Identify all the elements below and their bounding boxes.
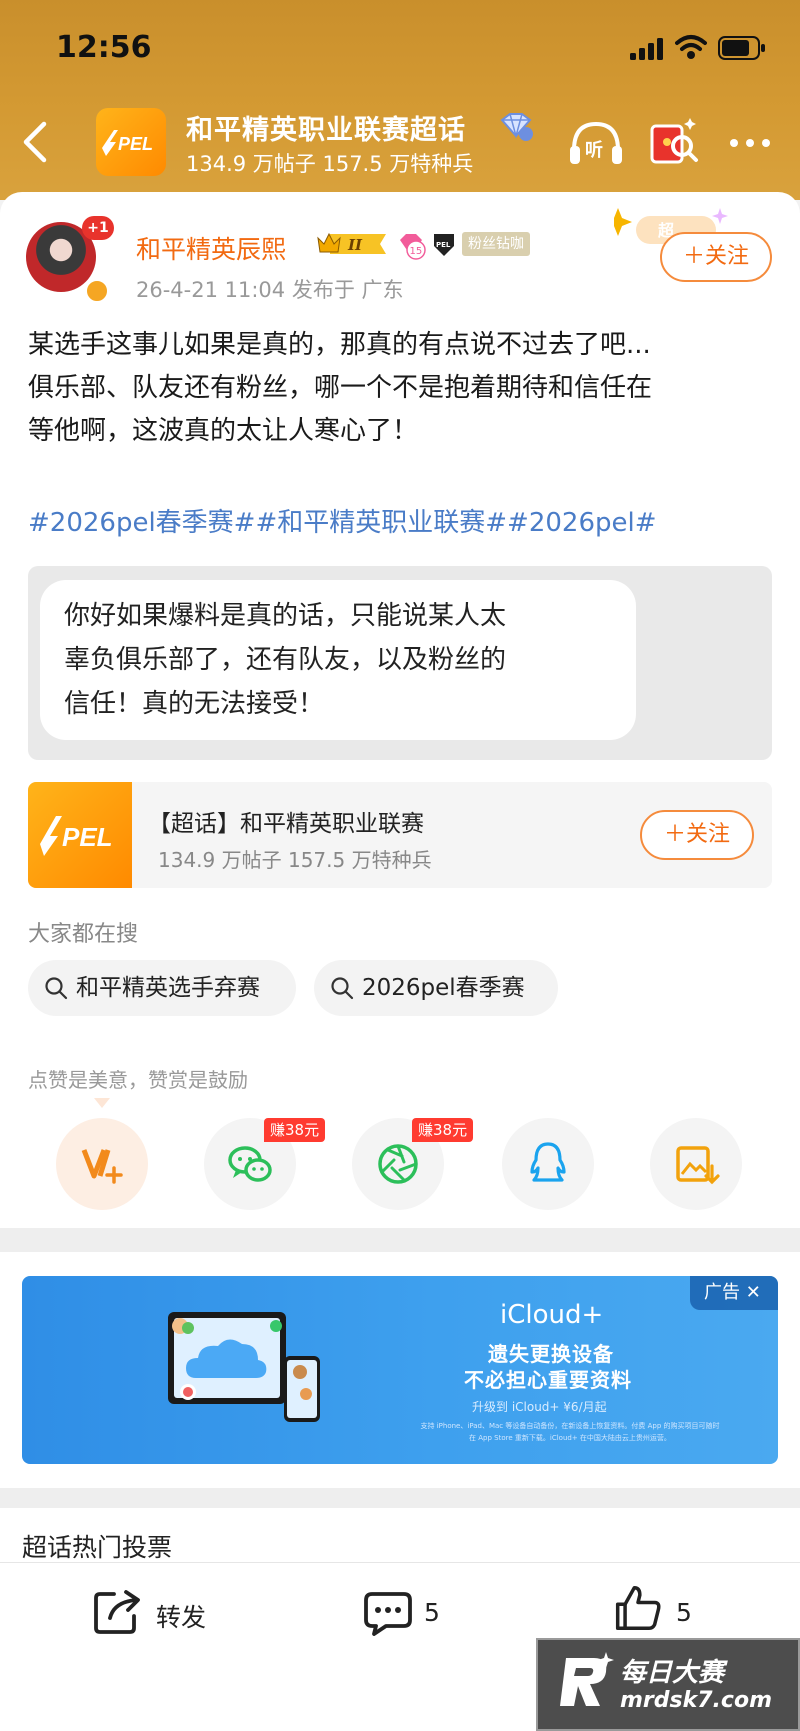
search-chip-label: 和平精英选手弃赛	[76, 975, 260, 1001]
search-chip-1[interactable]: 和平精英选手弃赛	[28, 960, 296, 1016]
pel-logo-icon: PEL	[102, 130, 153, 156]
save-image-button[interactable]	[650, 1118, 742, 1210]
ad-price: 升级到 iCloud+ ¥6/月起	[472, 1400, 607, 1414]
status-bar: 12:56	[0, 0, 800, 96]
red-packet-search-icon[interactable]	[648, 116, 700, 170]
weibo-v-reward-icon	[81, 1149, 123, 1184]
quote-line-1: 你好如果爆料是真的话，只能说某人太	[64, 601, 507, 631]
follow-topic-button[interactable]: ＋关注	[640, 810, 754, 860]
ad-label-close[interactable]: 广告 ✕	[690, 1276, 778, 1310]
topic-logo-text: PEL	[62, 822, 113, 852]
super-topic-title[interactable]: 和平精英职业联赛超话	[186, 108, 466, 147]
trending-search-title: 大家都在搜	[28, 922, 139, 947]
post-body-text: 某选手这事儿如果是真的，那真的有点说不过去了吧... 俱乐部、队友还有粉丝，哪一…	[28, 324, 778, 453]
super-topic-stats: 134.9 万帖子 157.5 万特种兵	[186, 152, 474, 176]
topic-card-logo[interactable]: PEL	[28, 782, 132, 888]
pointer-triangle	[94, 1098, 110, 1108]
post-meta: 26-4-21 11:04 发布于 广东	[136, 278, 404, 302]
listen-audio-icon[interactable]: 听	[568, 118, 624, 170]
fan-title-tag: 粉丝钻咖	[462, 232, 530, 256]
share-qq-button[interactable]	[502, 1118, 594, 1210]
status-time: 12:56	[56, 30, 152, 65]
topic-card-name[interactable]: 【超话】和平精英职业联赛	[148, 804, 424, 838]
earn-reward-tag: 赚38元	[412, 1118, 474, 1142]
super-topic-logo[interactable]: PEL	[96, 108, 166, 176]
crown-level-badge: II	[317, 232, 386, 254]
like-count[interactable]: 5	[676, 1598, 692, 1627]
repost-icon[interactable]	[92, 1588, 144, 1636]
signal-icon	[630, 38, 663, 60]
repost-label[interactable]: 转发	[156, 1598, 206, 1634]
quoted-chat-bubble: 你好如果爆料是真的话，只能说某人太 辜负俱乐部了，还有队友，以及粉丝的 信任！真…	[40, 580, 636, 740]
wifi-icon	[675, 35, 707, 59]
ad-headline-2: 不必担心重要资料	[464, 1368, 632, 1392]
avatar-plus-badge: +1	[82, 216, 114, 240]
header-logo-text: PEL	[118, 134, 153, 154]
battery-icon	[718, 36, 765, 60]
back-arrow-icon[interactable]	[18, 118, 54, 166]
devices-illustration	[168, 1312, 320, 1422]
post-line-1: 某选手这事儿如果是真的，那真的有点说不过去了吧...	[28, 330, 651, 360]
search-icon	[331, 977, 354, 1000]
author-name[interactable]: 和平精英辰熙	[136, 230, 286, 266]
topic-card-stats: 134.9 万帖子 157.5 万特种兵	[158, 848, 432, 872]
wechat-icon	[228, 1146, 272, 1182]
save-image-icon	[676, 1146, 720, 1185]
svg-text:PEL: PEL	[436, 241, 451, 249]
diamond-level-icon	[500, 113, 533, 141]
search-icon	[45, 977, 68, 1000]
ad-brand: iCloud+	[500, 1300, 604, 1330]
search-chip-2[interactable]: 2026pel春季赛	[314, 960, 558, 1016]
more-options-icon[interactable]	[728, 128, 772, 158]
post-line-3: 等他啊，这波真的太让人寒心了！	[28, 416, 419, 446]
post-hashtags[interactable]: #2026pel春季赛##和平精英职业联赛##2026pel#	[28, 502, 657, 539]
verified-badge-icon	[84, 278, 110, 304]
comment-count[interactable]: 5	[424, 1598, 440, 1627]
ad-fine-print: 支持 iPhone、iPad、Mac 等设备自动备份，在新设备上恢复资料。付费 …	[420, 1422, 720, 1442]
follow-author-button[interactable]: ＋关注	[660, 232, 772, 282]
fan-level-badge: 15	[400, 234, 426, 260]
section-divider	[0, 1488, 800, 1508]
fan-level-text: 15	[410, 246, 423, 257]
reward-prompt: 点赞是美意，赞赏是鼓励	[28, 1068, 248, 1092]
watermark-text-en: mrdsk7.com	[620, 1688, 772, 1713]
level-badge-text: II	[347, 236, 363, 254]
earn-reward-tag: 赚38元	[264, 1118, 326, 1142]
ad-headline-1: 遗失更换设备	[488, 1342, 614, 1366]
post-line-2: 俱乐部、队友还有粉丝，哪一个不是抱着期待和信任在	[28, 373, 653, 403]
qq-penguin-icon	[530, 1142, 566, 1182]
watermark-text-cn: 每日大赛	[620, 1658, 725, 1688]
section-divider	[0, 1228, 800, 1252]
svg-text:听: 听	[585, 139, 603, 161]
quote-line-2: 辜负俱乐部了，还有队友，以及粉丝的	[64, 645, 507, 675]
comment-icon[interactable]	[362, 1590, 414, 1638]
watermark-logo	[560, 1652, 614, 1706]
search-chip-label: 2026pel春季赛	[362, 975, 525, 1001]
hot-vote-title[interactable]: 超话热门投票	[22, 1528, 172, 1564]
reward-button[interactable]	[56, 1118, 148, 1210]
like-thumb-icon[interactable]	[612, 1584, 664, 1632]
moments-aperture-icon	[378, 1144, 418, 1184]
pel-logo-icon: PEL	[40, 816, 113, 856]
quote-line-3: 信任！真的无法接受！	[64, 689, 325, 719]
pel-team-badge-icon: PEL	[434, 234, 454, 256]
